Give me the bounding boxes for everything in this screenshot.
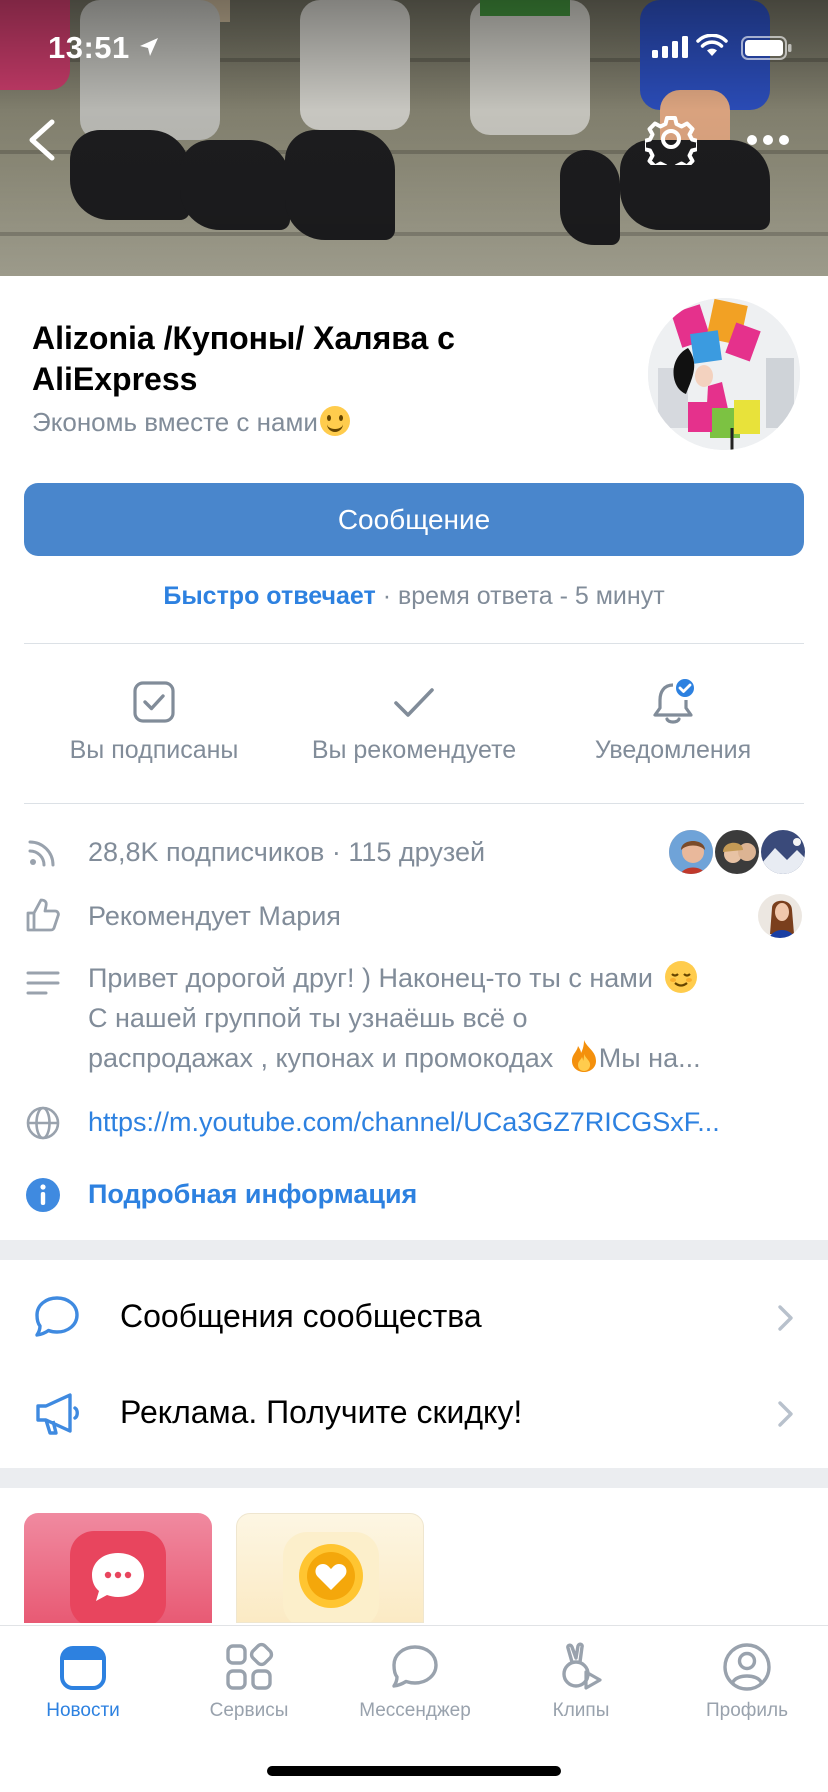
tab-services-label: Сервисы: [209, 1700, 289, 1721]
community-messages-row[interactable]: Сообщения сообщества: [0, 1268, 828, 1364]
back-arrow-icon[interactable]: [18, 112, 68, 168]
tab-clips-label: Клипы: [552, 1700, 610, 1721]
tab-messenger-label: Мессенджер: [359, 1700, 471, 1721]
gear-icon[interactable]: [645, 113, 697, 165]
info-icon: [26, 1178, 60, 1212]
heart-coin-icon: [283, 1532, 379, 1622]
text-lines-icon: [26, 971, 60, 995]
subscribed-label: Вы подписаны: [69, 736, 239, 764]
section-separator: [0, 1240, 828, 1260]
smile-emoji-icon: [319, 406, 350, 436]
description-text: Привет дорогой друг! ) Наконец-то ты с н…: [88, 958, 808, 1078]
status-time: 13:51: [48, 30, 130, 65]
home-indicator: [267, 1766, 561, 1776]
recommender-avatar: [756, 892, 804, 940]
profile-icon: [723, 1643, 771, 1691]
group-status-text: Экономь вместе с нами: [32, 407, 318, 437]
news-icon: [60, 1646, 106, 1690]
recommends-text: Рекомендует Мария: [88, 901, 341, 931]
services-icon: [226, 1642, 274, 1690]
followers-count: 28,8K подписчиков · 115 друзей: [88, 837, 486, 867]
friend-avatar: [713, 828, 761, 876]
details-row[interactable]: Подробная информация: [0, 1172, 828, 1220]
chevron-right-icon: [778, 1401, 793, 1427]
messenger-icon: [392, 1645, 438, 1688]
reply-time-info: Быстро отвечает · время ответа - 5 минут: [0, 582, 828, 611]
description-line: Привет дорогой друг! ) Наконец-то ты с н…: [88, 958, 808, 998]
divider: [24, 803, 804, 804]
channel-link[interactable]: https://m.youtube.com/channel/UCa3GZ7RIC…: [88, 1102, 720, 1142]
more-dots-icon[interactable]: [745, 122, 791, 158]
ads-discount-label: Реклама. Получите скидку!: [120, 1394, 523, 1430]
description-line: распродажах , купонах и промокодах Мы на…: [88, 1038, 808, 1078]
subscribed-check-icon: [133, 681, 175, 723]
description-row[interactable]: Привет дорогой друг! ) Наконец-то ты с н…: [0, 956, 828, 1078]
tab-clips[interactable]: Клипы: [498, 1640, 664, 1722]
messenger-app-card[interactable]: [24, 1513, 212, 1623]
divider: [24, 643, 804, 644]
group-status: Экономь вместе с нами: [32, 406, 350, 438]
friend-avatar: [667, 828, 715, 876]
community-messages-label: Сообщения сообщества: [120, 1298, 482, 1334]
donation-app-card[interactable]: [236, 1513, 424, 1623]
chat-bubble-icon: [35, 1296, 79, 1337]
link-row[interactable]: https://m.youtube.com/channel/UCa3GZ7RIC…: [0, 1100, 828, 1148]
tab-news-label: Новости: [46, 1700, 120, 1721]
cellular-signal-icon: [652, 36, 688, 58]
description-line: С нашей группой ты узнаёшь всё о: [88, 1003, 528, 1033]
tab-news[interactable]: Новости: [0, 1640, 166, 1722]
battery-icon: [741, 36, 792, 60]
checkmark-icon: [394, 688, 434, 717]
action-buttons: Вы подписаны Вы рекомендуете Уведомления: [0, 670, 828, 780]
wifi-icon: [696, 34, 728, 56]
ads-discount-row[interactable]: Реклама. Получите скидку!: [0, 1364, 828, 1460]
status-bar: 13:51: [0, 0, 828, 100]
tab-messenger[interactable]: Мессенджер: [332, 1640, 498, 1722]
tab-profile-label: Профиль: [705, 1700, 789, 1721]
recommend-label: Вы рекомендуете: [311, 736, 517, 764]
recommend-button[interactable]: Вы рекомендуете: [284, 670, 544, 765]
details-link[interactable]: Подробная информация: [88, 1174, 417, 1214]
reply-time-text: · время ответа - 5 минут: [375, 582, 665, 610]
clips-icon: [562, 1642, 602, 1690]
fire-emoji-icon: [571, 1040, 596, 1072]
location-arrow-icon: [140, 38, 158, 56]
fast-reply-badge: Быстро отвечает: [163, 582, 376, 610]
bell-icon: [653, 678, 696, 724]
shopping-girl-illustration: [648, 298, 800, 450]
tab-profile[interactable]: Профиль: [664, 1640, 828, 1722]
followers-row[interactable]: 28,8K подписчиков · 115 друзей: [0, 828, 828, 876]
subscribed-button[interactable]: Вы подписаны: [24, 670, 284, 765]
chat-dots-icon: [70, 1531, 166, 1623]
rss-feed-icon: [28, 840, 55, 867]
relieved-emoji-icon: [665, 961, 698, 993]
recommends-row[interactable]: Рекомендует Мария: [0, 892, 828, 940]
notifications-label: Уведомления: [594, 736, 752, 764]
group-avatar[interactable]: [648, 298, 800, 450]
chevron-right-icon: [778, 1305, 793, 1331]
tab-services[interactable]: Сервисы: [166, 1640, 332, 1722]
section-separator: [0, 1468, 828, 1488]
notifications-button[interactable]: Уведомления: [543, 670, 803, 765]
globe-icon: [26, 1106, 60, 1140]
friend-avatar: [759, 828, 807, 876]
message-button[interactable]: Сообщение: [24, 483, 804, 556]
thumbs-up-icon: [26, 898, 60, 932]
group-name: Alizonia /Купоны/ Халява с AliExpress: [32, 320, 455, 397]
megaphone-icon: [36, 1393, 79, 1435]
